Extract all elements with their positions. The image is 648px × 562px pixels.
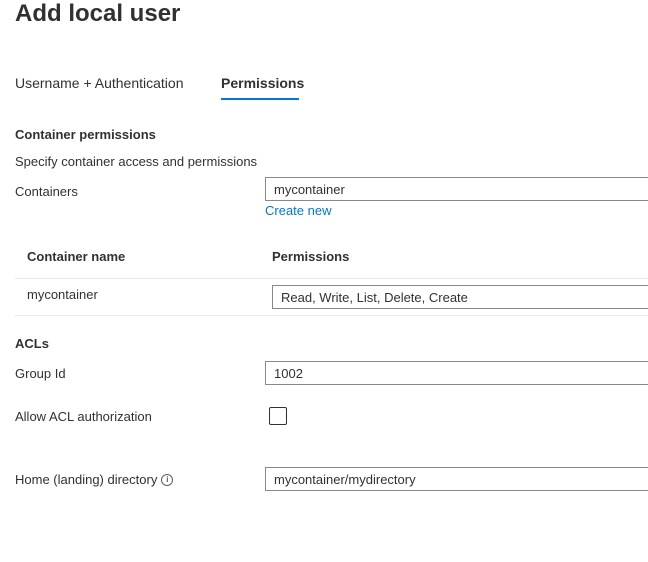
page-title: Add local user [15,0,181,27]
home-directory-label: Home (landing) directory i [15,472,174,487]
table-header-divider [15,278,648,279]
allow-acl-authorization-label: Allow ACL authorization [15,409,152,424]
table-row-permissions-field[interactable] [272,285,648,309]
table-row-container-name: mycontainer [27,287,98,302]
home-directory-input[interactable] [265,467,648,491]
home-directory-label-text: Home (landing) directory [15,472,158,487]
info-icon[interactable]: i [161,473,174,486]
containers-label: Containers [15,184,78,199]
create-new-link[interactable]: Create new [265,203,331,218]
group-id-input[interactable] [265,361,648,385]
allow-acl-authorization-checkbox[interactable] [269,407,287,425]
tab-selected-indicator [221,98,299,100]
container-permissions-heading: Container permissions [15,127,156,142]
tab-username-authentication[interactable]: Username + Authentication [15,75,184,91]
table-header-container-name: Container name [27,249,126,264]
table-row-divider [15,315,648,316]
tab-permissions[interactable]: Permissions [221,75,304,91]
acls-heading: ACLs [15,336,49,351]
add-local-user-panel: Add local user Username + Authentication… [0,0,648,562]
group-id-label: Group Id [15,366,66,381]
containers-input[interactable] [265,177,648,201]
container-permissions-description: Specify container access and permissions [15,154,258,169]
table-header-permissions: Permissions [272,249,350,264]
